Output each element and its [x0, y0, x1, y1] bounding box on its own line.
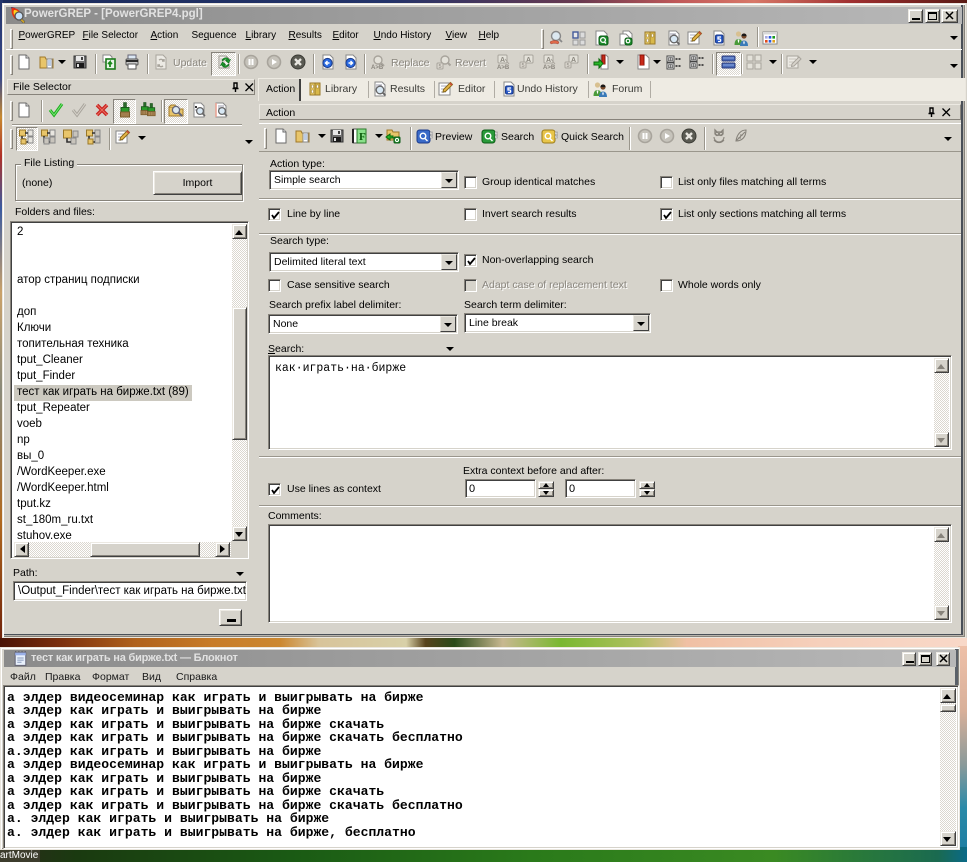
- svg-text:5: 5: [567, 63, 570, 69]
- svg-text:5: 5: [522, 63, 525, 69]
- svg-text:A: A: [546, 57, 551, 64]
- svg-text:A: A: [571, 57, 576, 64]
- svg-text:A>B: A>B: [371, 65, 384, 70]
- svg-text:A>B: A>B: [497, 65, 510, 70]
- svg-text:A: A: [526, 57, 531, 64]
- svg-text:5: 5: [439, 64, 442, 70]
- svg-text:A: A: [500, 57, 505, 64]
- svg-text:A>B: A>B: [543, 65, 556, 70]
- svg-text:F: F: [359, 131, 366, 143]
